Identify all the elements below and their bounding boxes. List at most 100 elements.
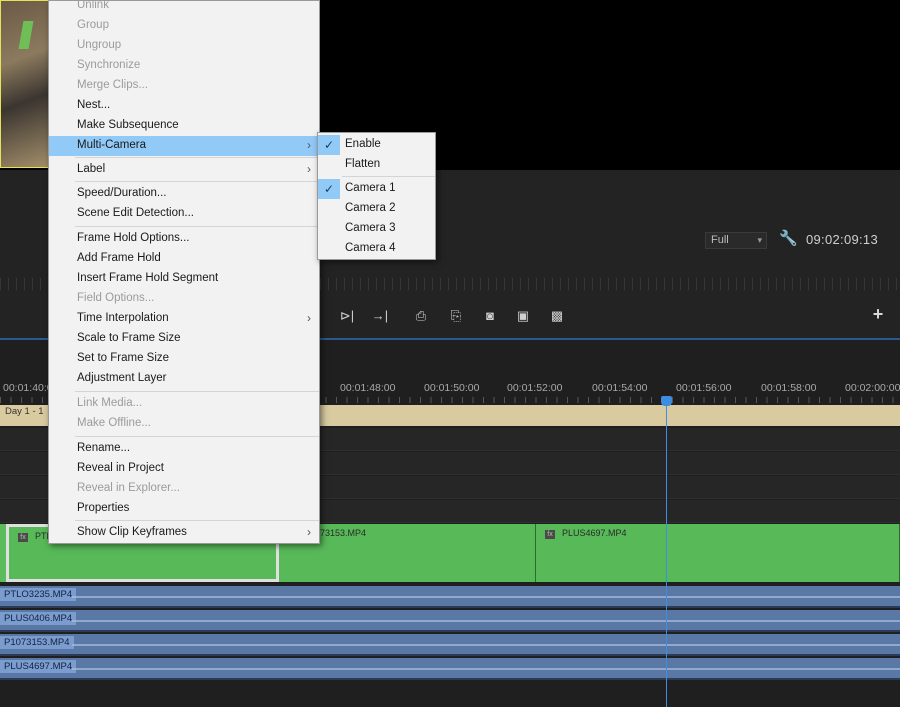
zoom-level-select[interactable]: Full ▾ (705, 232, 767, 249)
audio-waveform (72, 644, 900, 646)
menu-item-label: Adjustment Layer (77, 372, 167, 384)
submenu-item-label: Camera 2 (345, 202, 396, 214)
audio-clip[interactable]: PLUS0406.MP4 (0, 610, 900, 632)
menu-item-ungroup[interactable]: Ungroup (49, 36, 319, 56)
menu-item-label[interactable]: Label › (49, 160, 319, 180)
menu-item-label: Link Media... (77, 397, 143, 409)
audio-waveform (72, 596, 900, 598)
ruler-label: 00:01:40:0 (3, 382, 53, 394)
audio-waveform (72, 668, 900, 670)
submenu-item-camera-1[interactable]: ✓ Camera 1 (318, 179, 435, 199)
submenu-item-camera-2[interactable]: Camera 2 (318, 199, 435, 219)
submenu-item-camera-4[interactable]: Camera 4 (318, 239, 435, 259)
menu-item-add-frame-hold[interactable]: Add Frame Hold (49, 249, 319, 269)
menu-item-label: Set to Frame Size (77, 352, 170, 364)
extract-icon[interactable]: ⎘ (445, 306, 467, 326)
lift-icon[interactable]: ⎙ (410, 306, 432, 326)
menu-item-nest[interactable]: Nest... (49, 96, 319, 116)
menu-separator (342, 176, 435, 177)
premiere-window: Full ▾ 🔧 09:02:09:13 ⊳| →| ⎙ ⎘ ◙ ▣ ▩ + 0… (0, 0, 900, 707)
submenu-item-enable[interactable]: ✓ Enable (318, 135, 435, 155)
fx-badge-icon: fx (545, 530, 555, 539)
menu-item-label: Speed/Duration... (77, 187, 167, 199)
menu-item-rename[interactable]: Rename... (49, 439, 319, 459)
video-clip[interactable]: fx PLUS4697.MP4 (536, 524, 900, 582)
sequence-label: Day 1 - 1 (5, 406, 44, 417)
menu-item-synchronize[interactable]: Synchronize (49, 56, 319, 76)
menu-item-multi-camera[interactable]: Multi-Camera › (49, 136, 319, 156)
submenu-item-flatten[interactable]: Flatten (318, 155, 435, 175)
menu-item-group[interactable]: Group (49, 16, 319, 36)
ruler-label: 00:01:52:00 (507, 382, 563, 394)
menu-separator (75, 520, 319, 521)
menu-item-label: Properties (77, 502, 130, 514)
multi-camera-submenu: ✓ Enable Flatten ✓ Camera 1 Camera 2 Cam… (317, 132, 436, 260)
menu-item-label: Field Options... (77, 292, 155, 304)
checkmark-icon: ✓ (318, 135, 340, 155)
step-forward-icon[interactable]: ⊳| (336, 306, 358, 326)
wrench-icon[interactable]: 🔧 (779, 231, 798, 247)
clip-context-menu: Unlink Group Ungroup Synchronize Merge C… (48, 0, 320, 544)
menu-separator (75, 226, 319, 227)
audio-clip[interactable]: PLUS4697.MP4 (0, 658, 900, 680)
submenu-item-label: Camera 3 (345, 222, 396, 234)
menu-item-label: Make Subsequence (77, 119, 179, 131)
ruler-label: 00:01:56:00 (676, 382, 732, 394)
audio-clip-name: PTLO3235.MP4 (0, 588, 77, 601)
menu-item-field-options[interactable]: Field Options... (49, 289, 319, 309)
go-to-out-icon[interactable]: →| (369, 306, 391, 326)
menu-item-label: Label (77, 163, 106, 175)
audio-clip-name: P1073153.MP4 (0, 636, 74, 649)
menu-item-label: Rename... (77, 442, 131, 454)
chevron-down-icon: ▾ (757, 235, 762, 245)
audio-clip[interactable]: PTLO3235.MP4 (0, 586, 900, 608)
menu-item-make-subsequence[interactable]: Make Subsequence (49, 116, 319, 136)
submenu-item-label: Camera 1 (345, 182, 396, 194)
menu-item-show-clip-keyframes[interactable]: Show Clip Keyframes › (49, 523, 319, 543)
audio-clip[interactable]: P1073153.MP4 (0, 634, 900, 656)
clip-name: 073153.MP4 (315, 528, 367, 538)
audio-waveform (72, 620, 900, 622)
menu-item-label: Add Frame Hold (77, 252, 161, 264)
menu-separator (75, 436, 319, 437)
menu-item-unlink[interactable]: Unlink (49, 0, 319, 16)
ruler-label: 00:01:58:00 (761, 382, 817, 394)
camera-icon[interactable]: ◙ (479, 306, 501, 326)
playhead-line[interactable] (666, 400, 667, 707)
playhead-timecode[interactable]: 09:02:09:13 (806, 232, 878, 247)
menu-item-set-to-frame-size[interactable]: Set to Frame Size (49, 349, 319, 369)
menu-item-label: Group (77, 19, 109, 31)
menu-item-label: Time Interpolation (77, 312, 169, 324)
menu-item-reveal-in-explorer[interactable]: Reveal in Explorer... (49, 479, 319, 499)
submenu-arrow-icon: › (307, 138, 311, 152)
submenu-item-camera-3[interactable]: Camera 3 (318, 219, 435, 239)
menu-item-insert-frame-hold-segment[interactable]: Insert Frame Hold Segment (49, 269, 319, 289)
menu-item-scale-to-frame-size[interactable]: Scale to Frame Size (49, 329, 319, 349)
menu-item-make-offline[interactable]: Make Offline... (49, 414, 319, 434)
submenu-arrow-icon: › (307, 311, 311, 325)
audio-clip-name: PLUS0406.MP4 (0, 612, 77, 625)
overwrite-icon[interactable]: ▩ (546, 306, 568, 326)
submenu-arrow-icon: › (307, 525, 311, 539)
insert-icon[interactable]: ▣ (512, 306, 534, 326)
menu-item-speed-duration[interactable]: Speed/Duration... (49, 184, 319, 204)
menu-item-label: Unlink (77, 0, 109, 11)
menu-item-properties[interactable]: Properties (49, 499, 319, 519)
menu-item-time-interpolation[interactable]: Time Interpolation › (49, 309, 319, 329)
menu-item-scene-edit-detection[interactable]: Scene Edit Detection... (49, 204, 319, 224)
playhead-handle[interactable] (661, 396, 672, 406)
ruler-label: 00:01:48:00 (340, 382, 396, 394)
plus-icon[interactable]: + (868, 304, 888, 325)
menu-item-frame-hold-options[interactable]: Frame Hold Options... (49, 229, 319, 249)
menu-item-label: Make Offline... (77, 417, 151, 429)
menu-item-label: Ungroup (77, 39, 122, 51)
menu-item-merge-clips[interactable]: Merge Clips... (49, 76, 319, 96)
zoom-level-value: Full (711, 234, 729, 246)
menu-item-label: Scale to Frame Size (77, 332, 181, 344)
submenu-item-label: Flatten (345, 158, 381, 170)
menu-item-link-media[interactable]: Link Media... (49, 394, 319, 414)
menu-item-reveal-in-project[interactable]: Reveal in Project (49, 459, 319, 479)
menu-item-label: Insert Frame Hold Segment (77, 272, 219, 284)
menu-item-adjustment-layer[interactable]: Adjustment Layer (49, 369, 319, 389)
menu-item-label: Frame Hold Options... (77, 232, 190, 244)
